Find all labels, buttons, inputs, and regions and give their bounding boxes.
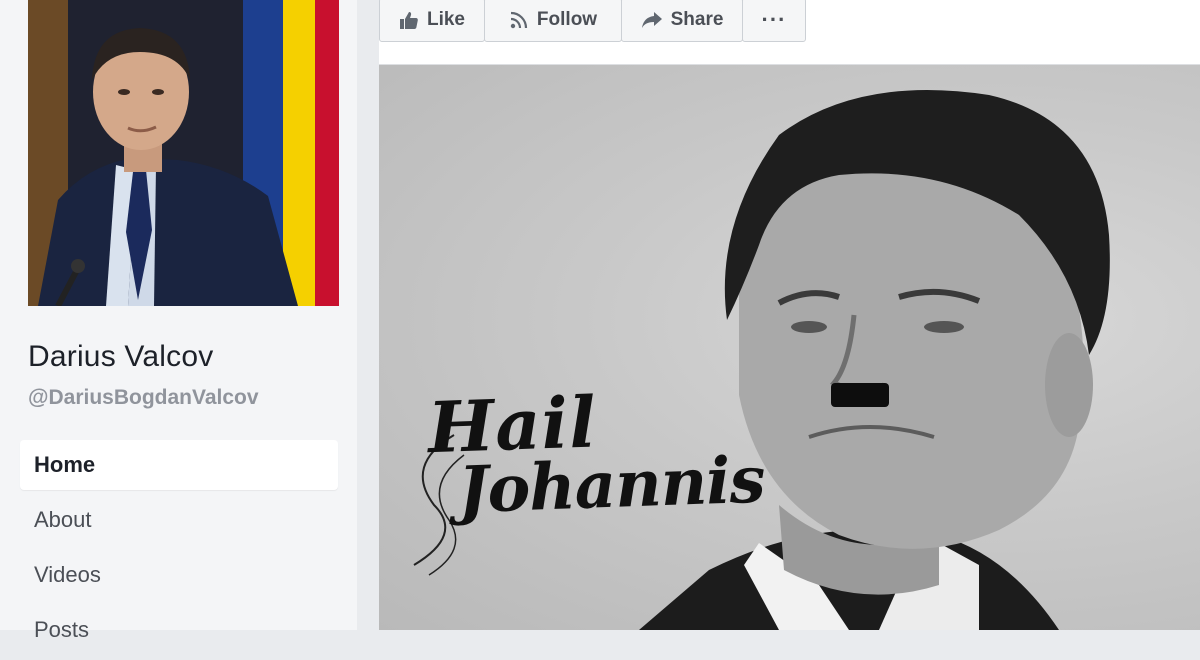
nav-item-home[interactable]: Home	[20, 440, 338, 490]
page-handle[interactable]: @DariusBogdanValcov	[28, 386, 259, 410]
profile-photo-illustration	[28, 0, 339, 306]
more-options-button[interactable]: ···	[742, 0, 806, 42]
nav-item-posts[interactable]: Posts	[20, 605, 338, 655]
flag-red-stripe	[315, 0, 339, 306]
like-label: Like	[426, 9, 466, 30]
nav-item-about[interactable]: About	[20, 495, 338, 545]
ellipsis-icon: ···	[761, 7, 787, 32]
nav-item-videos[interactable]: Videos	[20, 550, 338, 600]
follow-label: Follow	[536, 9, 598, 30]
page-title[interactable]: Darius Valcov	[28, 340, 213, 374]
share-label: Share	[670, 9, 724, 30]
caption-line-2: Johannis	[456, 442, 766, 528]
rss-icon	[509, 10, 529, 30]
share-button[interactable]: Share	[621, 0, 743, 42]
page-nav: Home About Videos Posts	[20, 440, 338, 660]
follow-button[interactable]: Follow	[484, 0, 622, 42]
post-image[interactable]: Hail Johannis	[379, 65, 1200, 630]
left-sidebar: Darius Valcov @DariusBogdanValcov Home A…	[0, 0, 357, 642]
share-arrow-icon	[641, 11, 663, 29]
like-button[interactable]: Like	[379, 0, 485, 42]
action-bar: Like Follow Share ···	[379, 0, 1200, 65]
column-gutter	[357, 0, 379, 630]
profile-photo[interactable]	[28, 0, 339, 306]
thumbs-up-icon	[399, 11, 419, 29]
flag-yellow-stripe	[283, 0, 315, 306]
post-caption: Hail Johannis	[407, 380, 766, 528]
mustache-shape	[831, 383, 889, 407]
